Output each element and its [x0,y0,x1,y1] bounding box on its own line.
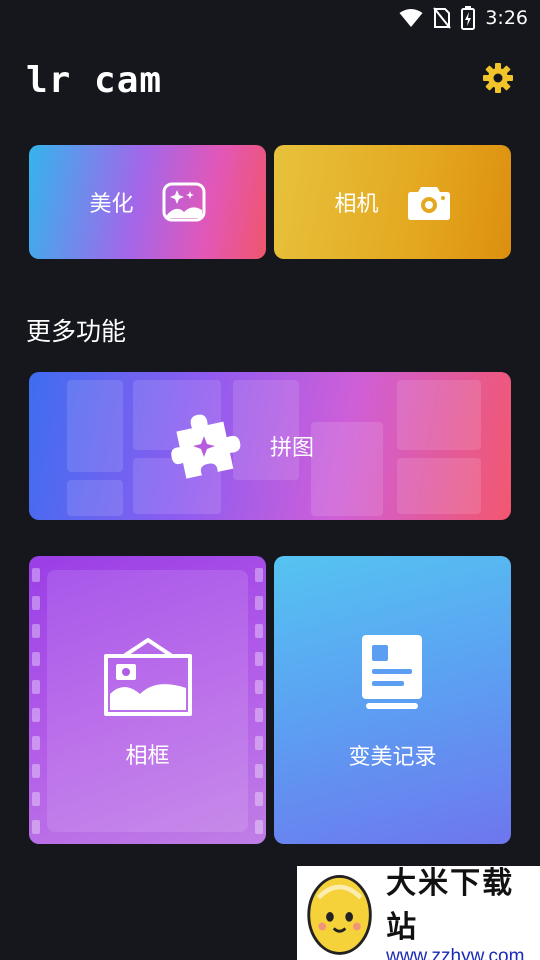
battery-charging-icon [461,6,476,30]
collage-card[interactable]: 拼图 [29,372,511,520]
frame-label: 相框 [125,744,170,769]
puzzle-icon [171,414,241,479]
status-bar: 3:26 [0,0,540,36]
beautify-card[interactable]: 美化 [29,145,266,259]
app-title: lr cam [26,60,163,101]
document-icon [362,635,423,709]
picture-frame-icon [103,638,192,716]
camera-icon [407,187,450,220]
camera-card[interactable]: 相机 [274,145,511,259]
camera-label: 相机 [334,192,379,217]
no-sim-icon [433,7,452,29]
watermark-brand: 大米下载站 [386,866,515,945]
sparkle-image-icon [162,182,205,222]
film-strip-left [29,556,43,844]
watermark-url: www.zzhyw.com [386,946,525,960]
gear-icon[interactable] [482,62,514,94]
film-strip-right [252,556,266,844]
site-watermark: 大米下载站 www.zzhyw.com [297,866,540,960]
records-label: 变美记录 [348,745,437,770]
beautify-label: 美化 [89,192,134,217]
records-card[interactable]: 变美记录 [274,556,511,844]
egg-mascot-icon [307,875,372,955]
wifi-icon [399,9,423,27]
collage-label: 拼图 [269,436,314,461]
app-header: lr cam [26,58,514,106]
section-title: 更多功能 [26,317,127,346]
status-time: 3:26 [485,7,528,29]
frame-card[interactable]: 相框 [29,556,266,844]
